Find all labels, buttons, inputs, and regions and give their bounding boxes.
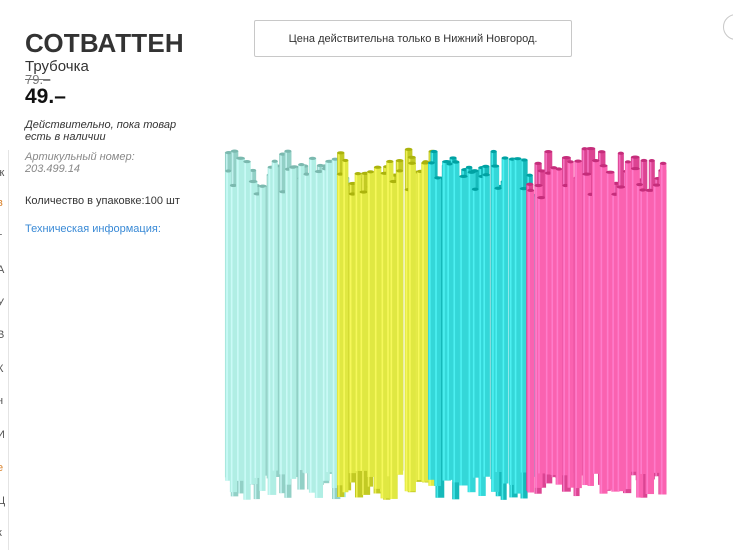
sidebar-cut-char: т [0, 232, 2, 243]
straws-illustration [224, 146, 667, 500]
sidebar-cut-char: е [0, 462, 4, 474]
straw [624, 160, 631, 490]
straw [289, 165, 297, 479]
straw [428, 161, 435, 480]
straw [446, 162, 453, 480]
product-image [215, 140, 670, 510]
straw [574, 159, 582, 489]
sidebar-cut-char: в [0, 198, 3, 209]
straw [645, 188, 655, 495]
straw [471, 187, 479, 478]
straw [303, 172, 310, 474]
sidebar-cut-char: К [0, 363, 4, 375]
straw [537, 196, 546, 474]
price-notice-text: Цена действительна только в Нижний Новго… [288, 32, 538, 45]
straw [434, 176, 441, 486]
straw [494, 186, 502, 473]
pack-quantity: Количество в упаковке:100 шт [25, 195, 180, 207]
straw [359, 190, 368, 471]
sidebar-cut-char: У [0, 297, 4, 309]
straw [421, 161, 429, 482]
straw [482, 173, 490, 477]
close-icon[interactable] [723, 14, 733, 40]
sidebar-cut-char: А [0, 264, 5, 276]
straw [591, 159, 600, 474]
left-sidebar-cut-labels: ж в т А У В Кн Ие Цк [0, 150, 8, 550]
sidebar-cut-char: И [0, 429, 5, 441]
straw [373, 165, 382, 489]
straw [616, 185, 626, 492]
validity-note: Действительно, пока товар есть в наличии [25, 119, 177, 143]
straw [501, 156, 509, 484]
sidebar-cut-char: н [0, 395, 4, 407]
new-price: 49.– [25, 85, 66, 108]
straw [259, 184, 266, 491]
straw [271, 159, 278, 471]
sidebar-cut-char: Ц [0, 495, 6, 507]
article-number: Артикульный номер: 203.499.14 [25, 151, 135, 175]
straw [652, 183, 661, 473]
sidebar-cut-char: к [0, 528, 2, 539]
straw [527, 188, 535, 493]
straw [314, 169, 324, 498]
straw [229, 183, 238, 493]
straw [459, 174, 468, 486]
price-notice-box: Цена действительна только в Нижний Новго… [254, 20, 572, 57]
straw [555, 167, 563, 485]
sidebar-cut-char: В [0, 329, 5, 341]
straw [639, 188, 647, 475]
left-sidebar-edge: ж в т А У В Кн Ие Цк [0, 150, 9, 550]
technical-info-link[interactable]: Техническая информация: [25, 223, 161, 235]
product-title: СОТВАТТЕН [25, 28, 184, 58]
straw [408, 161, 416, 492]
straw [659, 161, 667, 495]
straw [396, 169, 404, 475]
straw [342, 158, 349, 493]
straw [367, 170, 374, 477]
straw [452, 160, 460, 483]
straw [567, 160, 574, 488]
sidebar-cut-char: ж [0, 167, 5, 179]
